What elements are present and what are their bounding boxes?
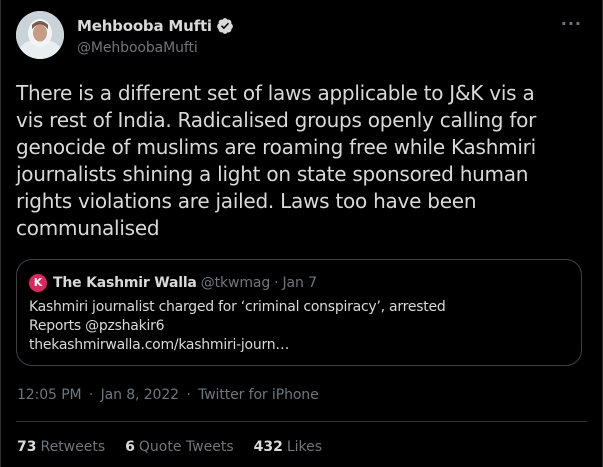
- quoted-date: Jan 7: [282, 275, 318, 291]
- tweet-text: There is a different set of laws applica…: [16, 80, 586, 242]
- meta-separator: ·: [88, 387, 94, 403]
- retweets-label: Retweets: [40, 439, 106, 455]
- author-display-name[interactable]: Mehbooba Mufti: [77, 17, 212, 35]
- quoted-author-name: The Kashmir Walla: [53, 275, 197, 291]
- retweets-count: 73: [17, 439, 37, 455]
- author-info: Mehbooba Mufti @MehboobaMufti: [77, 16, 234, 56]
- quoted-separator: ·: [274, 275, 279, 291]
- tweet-stats: 73 Retweets 6 Quote Tweets 432 Likes: [17, 439, 342, 455]
- tweet-text-line: vis rest of India. Radicalised groups op…: [16, 108, 537, 132]
- tweet-card: Mehbooba Mufti @MehboobaMufti ··· There …: [0, 0, 603, 467]
- more-options-icon[interactable]: ···: [561, 14, 582, 33]
- meta-separator: ·: [186, 387, 191, 403]
- likes-stat[interactable]: 432 Likes: [254, 439, 322, 455]
- author-avatar[interactable]: [16, 11, 64, 59]
- quoted-link[interactable]: thekashmirwalla.com/kashmiri-journ…: [29, 336, 445, 355]
- author-handle[interactable]: @MehboobaMufti: [77, 40, 234, 56]
- tweet-text-line: rights violations are jailed. Laws too h…: [16, 189, 477, 213]
- retweets-stat[interactable]: 73 Retweets: [17, 439, 105, 455]
- quote-tweets-label: Quote Tweets: [138, 439, 234, 455]
- quote-tweets-stat[interactable]: 6 Quote Tweets: [125, 439, 233, 455]
- tweet-text-line: There is a different set of laws applica…: [16, 81, 535, 105]
- quoted-tweet[interactable]: K The Kashmir Walla @tkwmag · Jan 7 Kash…: [16, 259, 582, 366]
- verified-badge-icon: [216, 18, 233, 34]
- quoted-tweet-header: K The Kashmir Walla @tkwmag · Jan 7: [29, 274, 317, 292]
- quoted-avatar-icon: K: [29, 274, 47, 292]
- quoted-text-line: Reports @pzshakir6: [29, 318, 165, 334]
- tweet-text-line: genocide of muslims are roaming free whi…: [16, 135, 536, 159]
- profile-photo-icon: [16, 11, 64, 59]
- tweet-date[interactable]: Jan 8, 2022: [101, 387, 179, 403]
- quote-tweets-count: 6: [125, 439, 135, 455]
- likes-label: Likes: [286, 439, 323, 455]
- quoted-avatar-letter: K: [33, 276, 43, 289]
- quoted-tweet-text: Kashmiri journalist charged for ‘crimina…: [29, 298, 446, 355]
- quoted-author-handle: @tkwmag: [200, 275, 271, 291]
- tweet-text-line: communalised: [16, 216, 160, 240]
- tweet-source[interactable]: Twitter for iPhone: [198, 387, 319, 403]
- tweet-meta: 12:05 PM · Jan 8, 2022 · Twitter for iPh…: [17, 387, 322, 403]
- tweet-time[interactable]: 12:05 PM: [17, 387, 82, 403]
- quoted-text-line: Kashmiri journalist charged for ‘crimina…: [29, 299, 446, 315]
- likes-count: 432: [253, 439, 283, 455]
- tweet-text-line: journalists shining a light on state spo…: [16, 162, 529, 186]
- divider: [16, 421, 587, 422]
